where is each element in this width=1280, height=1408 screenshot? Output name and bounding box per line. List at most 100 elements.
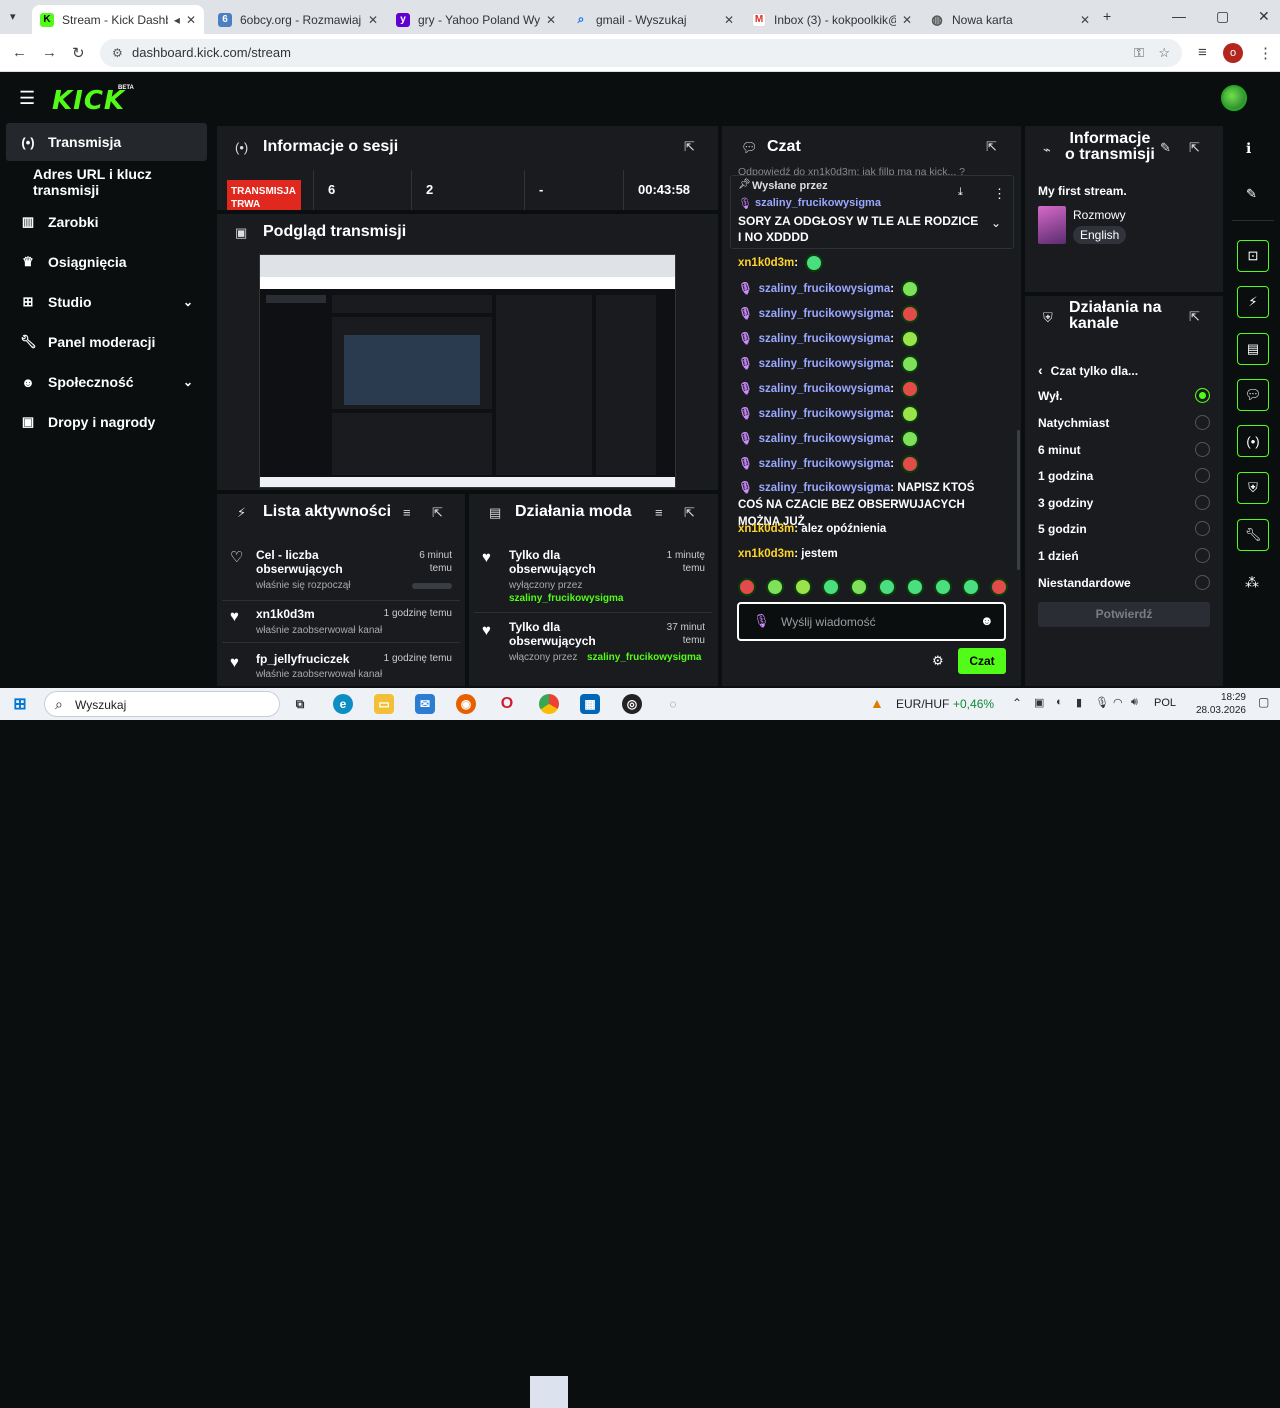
- url-field[interactable]: ⚙ dashboard.kick.com/stream ⚿ ☆: [100, 39, 1182, 67]
- media-controls-icon[interactable]: ≡: [1198, 44, 1207, 61]
- chat-username[interactable]: szaliny_frucikowysigma: [759, 408, 891, 420]
- reload-icon[interactable]: ↻: [72, 44, 85, 62]
- chat-username[interactable]: szaliny_frucikowysigma: [759, 458, 891, 470]
- close-tab-icon[interactable]: ✕: [724, 13, 734, 27]
- chat-settings-gear-icon[interactable]: ⚙: [932, 653, 944, 669]
- tray-app3-icon[interactable]: ▮: [1076, 696, 1082, 709]
- more-options-icon[interactable]: ⋮: [993, 186, 1006, 202]
- radio-button[interactable]: [1195, 388, 1210, 403]
- pinned-user[interactable]: szaliny_frucikowysigma: [755, 197, 881, 209]
- rail-camera-icon[interactable]: ⊡: [1237, 240, 1269, 272]
- windows-start-icon[interactable]: ⊞: [10, 694, 30, 714]
- file-explorer-icon[interactable]: ▭: [374, 694, 394, 714]
- emote-icon[interactable]: [901, 405, 920, 423]
- rail-chat-icon[interactable]: 💬︎: [1237, 379, 1269, 411]
- emote-icon[interactable]: [901, 305, 920, 323]
- popout-icon[interactable]: ⇱: [684, 505, 695, 521]
- community-icon[interactable]: ⁂: [1245, 574, 1259, 591]
- maximize-icon[interactable]: ▢: [1216, 8, 1229, 25]
- emote-icon[interactable]: [901, 355, 920, 373]
- popout-icon[interactable]: ⇱: [684, 139, 695, 155]
- emote-icon[interactable]: [901, 430, 920, 448]
- radio-button[interactable]: [1195, 521, 1210, 536]
- keyboard-language[interactable]: POL: [1154, 697, 1176, 709]
- tab-search-icon[interactable]: ▾: [10, 10, 16, 23]
- follower-only-option[interactable]: Natychmiast: [1038, 415, 1210, 430]
- rail-wrench-icon[interactable]: 🔧︎: [1237, 519, 1269, 551]
- forward-icon[interactable]: →: [42, 44, 57, 61]
- close-tab-icon[interactable]: ✕: [546, 13, 556, 27]
- minimize-icon[interactable]: —: [1172, 8, 1186, 24]
- stream-preview-video[interactable]: [259, 254, 676, 488]
- follower-only-option[interactable]: 3 godziny: [1038, 495, 1210, 510]
- chat-username[interactable]: xn1k0d3m: [738, 523, 794, 535]
- radio-button[interactable]: [1195, 442, 1210, 457]
- sidebar-item-stream-key[interactable]: Adres URL i klucz transmisji: [6, 163, 207, 201]
- tab-gmail-search[interactable]: ⌕ gmail - Wyszukaj ✕: [566, 5, 742, 34]
- chat-username[interactable]: szaliny_frucikowysigma: [759, 383, 891, 395]
- follower-only-option[interactable]: 5 godzin: [1038, 521, 1210, 536]
- quick-emote-icon[interactable]: [766, 578, 784, 596]
- user-avatar[interactable]: [1221, 85, 1247, 111]
- popout-icon[interactable]: ⇱: [986, 139, 997, 155]
- rail-broadcast-icon[interactable]: (•): [1237, 425, 1269, 457]
- system-clock[interactable]: 18:29 28.03.2026: [1190, 691, 1246, 717]
- edit-pencil-icon[interactable]: ✎: [1160, 140, 1171, 156]
- close-tab-icon[interactable]: ✕: [1080, 13, 1090, 27]
- tab-inbox[interactable]: M Inbox (3) - kokpoolkik@gmail ✕: [744, 5, 920, 34]
- rail-document-icon[interactable]: ▤: [1237, 333, 1269, 365]
- close-tab-icon[interactable]: ✕: [186, 13, 196, 27]
- emote-icon[interactable]: [901, 330, 920, 348]
- chat-username[interactable]: szaliny_frucikowysigma: [759, 283, 891, 295]
- filter-icon[interactable]: ≡: [655, 505, 663, 520]
- quick-emote-icon[interactable]: [850, 578, 868, 596]
- sidebar-item-transmisja[interactable]: (•) Transmisja: [6, 123, 207, 161]
- radio-button[interactable]: [1195, 575, 1210, 590]
- mod-action-user[interactable]: szaliny_frucikowysigma: [509, 593, 624, 604]
- chat-send-button[interactable]: Czat: [958, 648, 1006, 674]
- emote-icon[interactable]: [901, 455, 920, 473]
- sidebar-item-zarobki[interactable]: ▥ Zarobki: [6, 203, 207, 241]
- firefox-icon[interactable]: ◉: [456, 694, 476, 714]
- chat-username[interactable]: szaliny_frucikowysigma: [759, 433, 891, 445]
- sidebar-item-panel-moderacji[interactable]: 🔧︎ Panel moderacji: [6, 323, 207, 361]
- quick-emote-icon[interactable]: [878, 578, 896, 596]
- mod-action-user[interactable]: szaliny_frucikowysigma: [587, 652, 702, 663]
- unpin-icon[interactable]: ⤓: [958, 186, 963, 199]
- password-key-icon[interactable]: ⚿: [1134, 39, 1144, 67]
- wifi-icon[interactable]: ◠: [1113, 696, 1123, 709]
- emote-icon[interactable]: [901, 280, 920, 298]
- chrome-icon[interactable]: [539, 694, 559, 714]
- emote-icon[interactable]: [805, 254, 824, 272]
- chevron-down-icon[interactable]: ⌄: [991, 216, 1001, 230]
- chat-username[interactable]: szaliny_frucikowysigma: [759, 482, 891, 494]
- back-icon[interactable]: ←: [12, 44, 27, 61]
- quick-emote-icon[interactable]: [990, 578, 1008, 596]
- site-info-icon[interactable]: ⚙: [112, 39, 123, 67]
- info-icon[interactable]: ℹ: [1246, 140, 1251, 157]
- hamburger-menu-icon[interactable]: ☰: [19, 88, 35, 109]
- quick-emote-icon[interactable]: [822, 578, 840, 596]
- sidebar-item-dropy[interactable]: ▣ Dropy i nagrody: [6, 403, 207, 441]
- follower-only-option[interactable]: 6 minut: [1038, 442, 1210, 457]
- confirm-button[interactable]: Potwierdź: [1038, 602, 1210, 627]
- stream-category[interactable]: Rozmowy: [1073, 208, 1126, 222]
- tab-kick-dashboard[interactable]: K Stream - Kick Dashboard ◂ ✕: [32, 5, 204, 34]
- emote-icon[interactable]: [901, 380, 920, 398]
- chat-username[interactable]: xn1k0d3m: [738, 548, 794, 560]
- tab-yahoo[interactable]: y gry - Yahoo Poland Wyniki ✕: [388, 5, 564, 34]
- popout-icon[interactable]: ⇱: [1189, 140, 1200, 156]
- tab-new-tab[interactable]: ◍ Nowa karta ✕: [922, 5, 1098, 34]
- taskbar-search-box[interactable]: ⌕ Wyszukaj: [44, 691, 280, 717]
- ticker-label[interactable]: EUR/HUF: [896, 697, 949, 711]
- follower-only-option[interactable]: 1 dzień: [1038, 548, 1210, 563]
- radio-button[interactable]: [1195, 495, 1210, 510]
- quick-emote-icon[interactable]: [794, 578, 812, 596]
- edit-pencil-icon[interactable]: ✎: [1246, 186, 1257, 202]
- radio-button[interactable]: [1195, 548, 1210, 563]
- follower-only-option[interactable]: Niestandardowe: [1038, 575, 1210, 590]
- menu-dots-icon[interactable]: ⋮: [1258, 44, 1273, 62]
- speaker-icon[interactable]: ◂: [174, 13, 180, 27]
- rail-shield-icon[interactable]: ⛨: [1237, 472, 1269, 504]
- bookmark-star-icon[interactable]: ☆: [1158, 39, 1170, 67]
